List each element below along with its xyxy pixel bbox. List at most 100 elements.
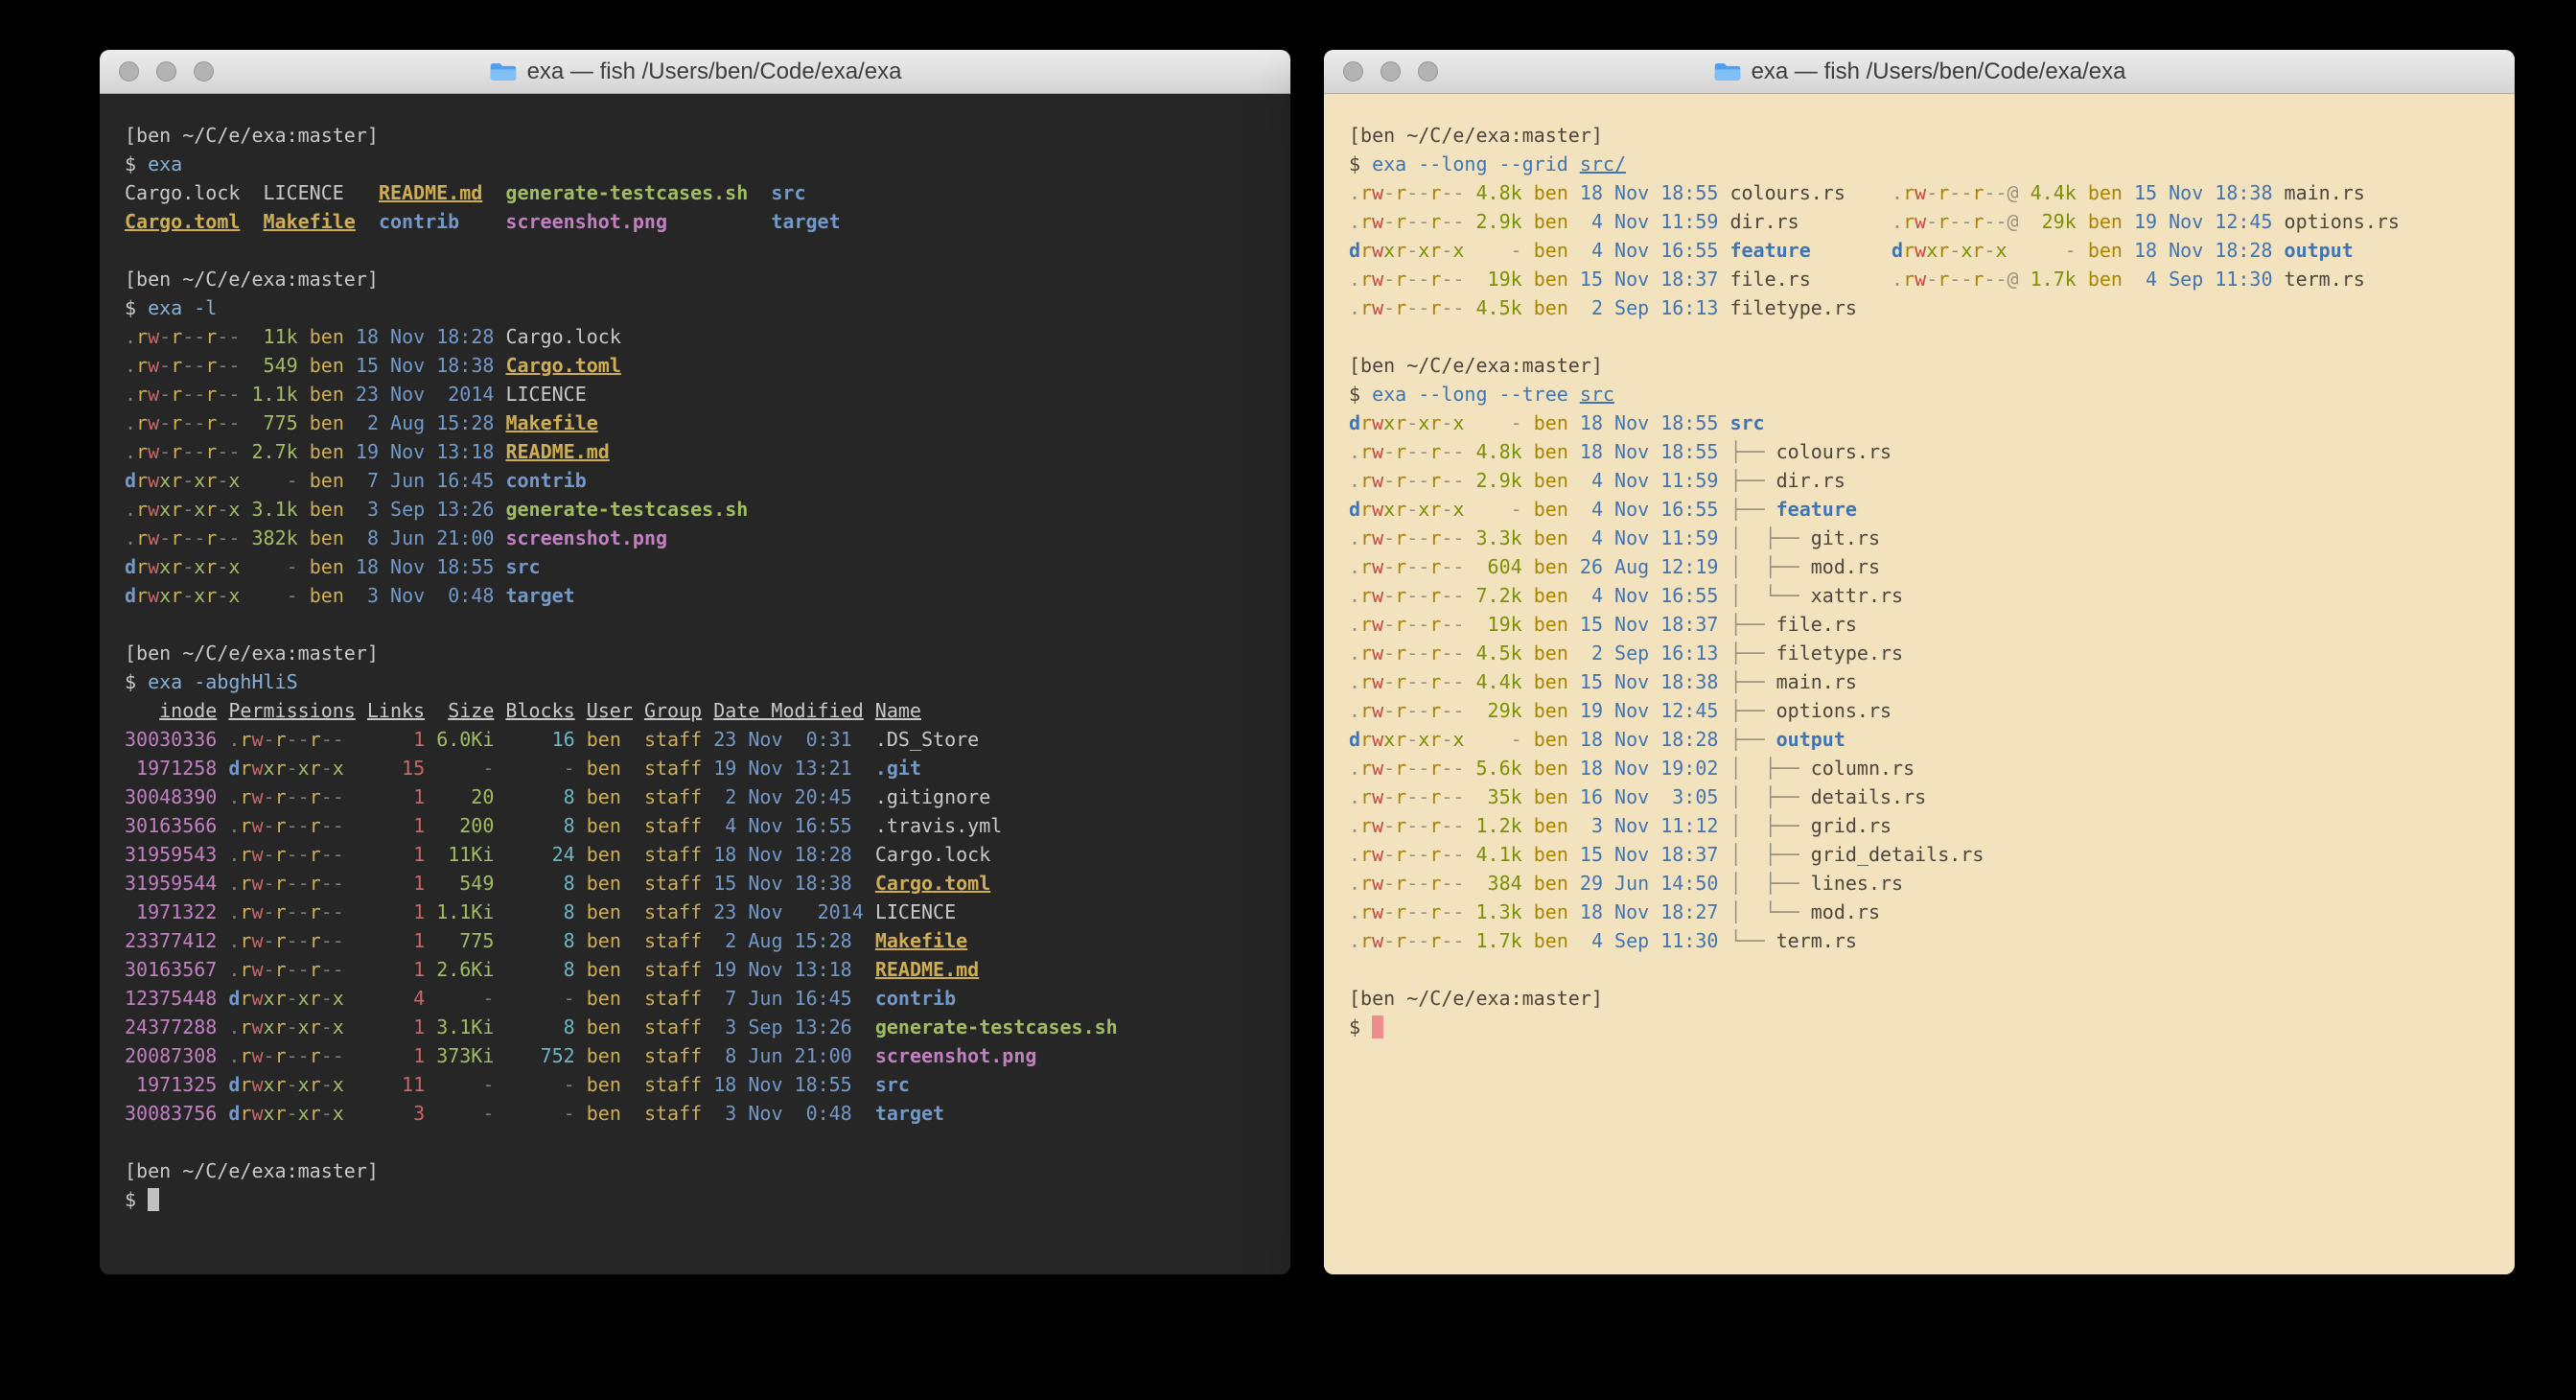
permission-char: - <box>1452 642 1464 665</box>
terminal-line: .rw-r--r-- 19k ben 15 Nov 18:37 ├── file… <box>1349 610 2490 639</box>
minimize-button[interactable] <box>156 61 176 82</box>
text-segment <box>2123 268 2134 291</box>
text-segment <box>852 814 875 837</box>
text-segment <box>702 699 713 722</box>
permission-char: r <box>240 814 251 837</box>
text-segment <box>494 440 505 463</box>
terminal-line: 1971322 .rw-r--r-- 1 1.1Ki 8 ben staff 2… <box>125 898 1265 926</box>
text-segment <box>621 929 644 952</box>
text-segment: 11 <box>344 1073 425 1096</box>
text-segment: 2.9k <box>1476 210 1522 233</box>
text-segment: 4.8k <box>1476 440 1522 463</box>
text-segment <box>494 325 505 348</box>
permission-char: r <box>205 526 217 549</box>
permission-char: - <box>298 900 310 923</box>
text-segment <box>1464 843 1475 866</box>
permission-char: - <box>321 843 333 866</box>
permission-char: . <box>1349 181 1360 204</box>
terminal-line: .rw-r--r-- 35k ben 16 Nov 3:05 │ ├── det… <box>1349 782 2490 811</box>
text-segment <box>494 469 505 492</box>
zoom-button[interactable] <box>1418 61 1438 82</box>
permission-char: - <box>321 728 333 751</box>
text-segment <box>702 785 713 808</box>
permission-char: x <box>333 1015 344 1038</box>
permission-char: r <box>275 1044 287 1067</box>
permission-char: - <box>1452 268 1464 291</box>
text-segment <box>2272 210 2284 233</box>
text-segment <box>575 987 587 1010</box>
text-segment: 30163567 <box>125 958 217 981</box>
text-segment: Permissions <box>228 699 355 722</box>
permission-char: r <box>240 929 251 952</box>
permission-char: r <box>205 469 217 492</box>
titlebar[interactable]: exa — fish /Users/ben/Code/exa/exa <box>1324 50 2515 94</box>
text-segment: 18 Nov 18:28 <box>713 843 852 866</box>
text-segment <box>575 785 587 808</box>
text-segment <box>344 584 356 607</box>
text-segment: staff <box>644 814 702 837</box>
permission-char: - <box>1418 181 1429 204</box>
text-segment <box>459 210 505 233</box>
text-segment: ben <box>2088 181 2123 204</box>
text-segment: 549 <box>436 872 494 895</box>
permission-char: r <box>1429 469 1441 492</box>
text-segment <box>852 1102 875 1125</box>
permission-char: r <box>310 785 321 808</box>
permission-char: - <box>1926 181 1938 204</box>
text-segment: - <box>436 1073 494 1096</box>
close-button[interactable] <box>119 61 139 82</box>
terminal-line: .rw-r--r-- 1.7k ben 4 Sep 11:30 └── term… <box>1349 926 2490 955</box>
text-segment: $ <box>125 670 148 693</box>
permission-char: - <box>264 958 275 981</box>
minimize-button[interactable] <box>1381 61 1401 82</box>
permission-char: r <box>1360 872 1372 895</box>
zoom-button[interactable] <box>194 61 214 82</box>
text-segment <box>1568 699 1580 722</box>
permission-char: r <box>205 354 217 377</box>
terminal-content[interactable]: [ben ~/C/e/exa:master]$ exa --long --gri… <box>1324 94 2515 1274</box>
text-segment <box>482 181 505 204</box>
permission-char: r <box>1395 268 1406 291</box>
text-segment: 15 Nov 18:37 <box>1580 843 1719 866</box>
text-segment: 30163566 <box>125 814 217 837</box>
permission-char: r <box>275 757 287 780</box>
permission-char: - <box>1383 440 1395 463</box>
permission-char: x <box>1383 728 1395 751</box>
text-segment: ben <box>587 872 621 895</box>
text-segment <box>298 325 310 348</box>
permission-char: - <box>228 354 240 377</box>
permission-char: r <box>136 354 148 377</box>
permission-char: - <box>1452 555 1464 578</box>
permission-char: - <box>1406 181 1418 204</box>
terminal-content[interactable]: [ben ~/C/e/exa:master]$ exaCargo.lock LI… <box>100 94 1290 1274</box>
text-segment <box>217 872 228 895</box>
titlebar[interactable]: exa — fish /Users/ben/Code/exa/exa <box>100 50 1290 94</box>
text-segment <box>1718 181 1729 204</box>
permission-char: - <box>1452 900 1464 923</box>
text-segment <box>1464 699 1475 722</box>
permission-char: w <box>1372 900 1383 923</box>
permission-char: - <box>182 325 194 348</box>
text-segment: feature <box>1729 239 1810 262</box>
text-segment <box>1568 239 1580 262</box>
text-segment <box>240 584 251 607</box>
text-segment <box>1568 469 1580 492</box>
text-segment: 18 Nov 18:55 <box>356 555 495 578</box>
text-segment: main.rs <box>1776 670 1857 693</box>
text-segment <box>494 987 505 1010</box>
text-segment <box>494 1073 505 1096</box>
permission-char: r <box>275 785 287 808</box>
text-segment <box>344 526 356 549</box>
permission-char: r <box>171 469 182 492</box>
text-segment <box>2019 210 2031 233</box>
text-segment: options.rs <box>1776 699 1891 722</box>
text-segment <box>240 526 251 549</box>
text-segment <box>702 1073 713 1096</box>
permission-char: x <box>228 498 240 521</box>
text-segment <box>240 411 251 434</box>
permission-char: . <box>125 383 136 406</box>
text-segment <box>1568 843 1580 866</box>
permission-char: . <box>1349 440 1360 463</box>
terminal-line: $ exa --long --tree src <box>1349 380 2490 408</box>
close-button[interactable] <box>1343 61 1363 82</box>
